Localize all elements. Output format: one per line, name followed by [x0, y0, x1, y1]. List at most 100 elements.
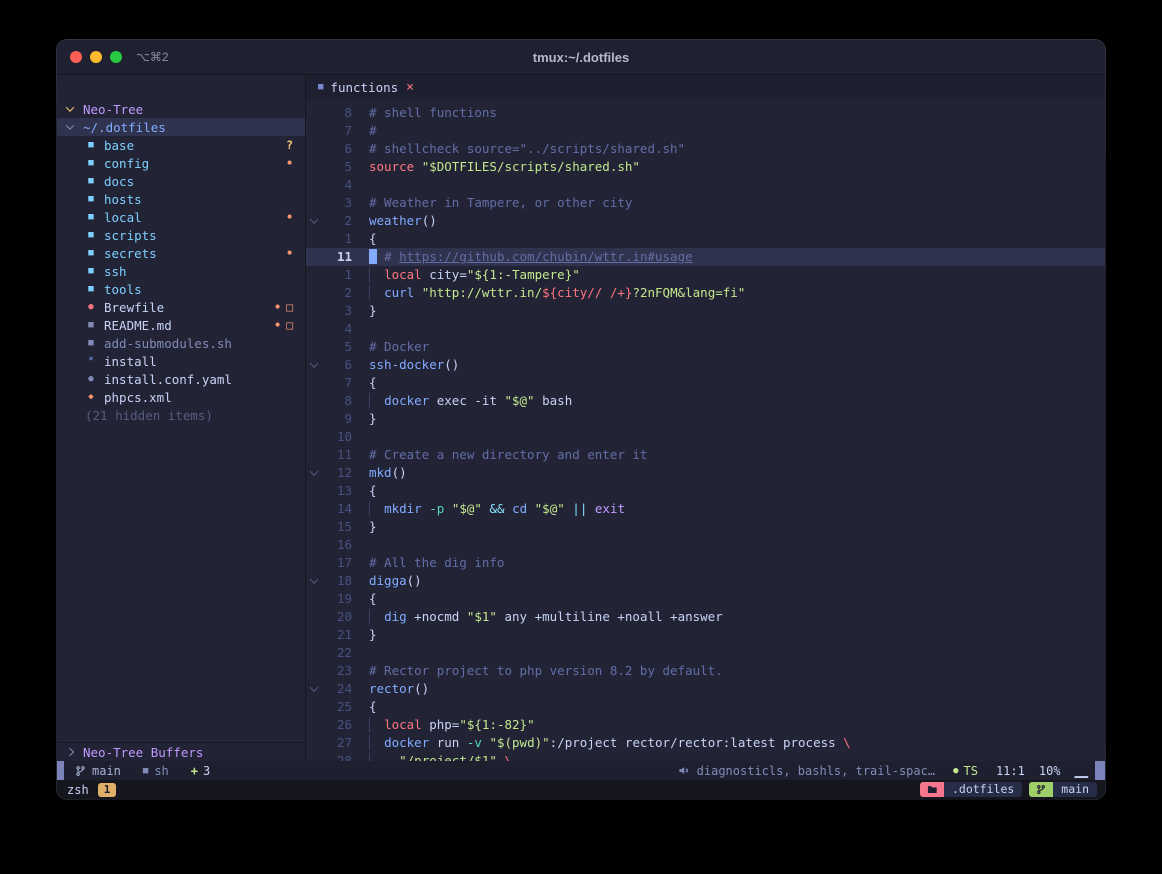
code-line[interactable]: 1{ [306, 230, 1105, 248]
code-line[interactable]: 2▏ curl "http://wttr.in/${city// /+}?2nF… [306, 284, 1105, 302]
fold-column [306, 176, 322, 194]
tmux-window-zsh[interactable]: zsh 1 [67, 783, 116, 797]
tree-item[interactable]: *install [57, 352, 305, 370]
tree-item[interactable]: ●install.conf.yaml [57, 370, 305, 388]
window-shortcut-label: ⌥⌘2 [136, 50, 169, 64]
code-line[interactable]: 11# Create a new directory and enter it [306, 446, 1105, 464]
tree-item[interactable]: ■tools [57, 280, 305, 298]
code-line[interactable]: 5source "$DOTFILES/scripts/shared.sh" [306, 158, 1105, 176]
fold-chevron-icon [310, 575, 318, 583]
git-status-badge: □ [286, 300, 293, 314]
code-line[interactable]: 20▏ dig +nocmd "$1" any +multiline +noal… [306, 608, 1105, 626]
code-line[interactable]: 12mkd() [306, 464, 1105, 482]
code-line[interactable]: 14▏ mkdir -p "$@" && cd "$@" || exit [306, 500, 1105, 518]
tree-item[interactable]: ■add-submodules.sh [57, 334, 305, 352]
folder-icon: ■ [85, 176, 97, 186]
code-line[interactable]: 28▏ "/project/$1" \ [306, 752, 1105, 761]
code-line[interactable]: 15} [306, 518, 1105, 536]
tree-item[interactable]: ■hosts [57, 190, 305, 208]
fold-column [306, 230, 322, 248]
plus-icon: + [191, 764, 198, 778]
editor-panel: ■ functions × 8# shell functions7#6# she… [306, 75, 1105, 761]
line-number: 24 [322, 680, 352, 698]
code-line[interactable]: 2weather() [306, 212, 1105, 230]
code-line[interactable]: 8▏ docker exec -it "$@" bash [306, 392, 1105, 410]
indent-guide: ▏ [369, 501, 384, 516]
line-number: 11 [322, 248, 352, 266]
tree-item[interactable]: ■docs [57, 172, 305, 190]
code-line[interactable]: 9} [306, 410, 1105, 428]
code-line[interactable]: 4 [306, 176, 1105, 194]
tree-item[interactable]: ■local• [57, 208, 305, 226]
fold-column [306, 716, 322, 734]
code-line[interactable]: 27▏ docker run -v "$(pwd)":/project rect… [306, 734, 1105, 752]
git-diff-added: + 3 [191, 764, 210, 778]
code-line[interactable]: 1▏ local city="${1:-Tampere}" [306, 266, 1105, 284]
code-line[interactable]: 23# Rector project to php version 8.2 by… [306, 662, 1105, 680]
tree-item[interactable]: ■scripts [57, 226, 305, 244]
close-tab-icon[interactable]: × [406, 80, 414, 95]
code-line[interactable]: 18digga() [306, 572, 1105, 590]
minimize-window-button[interactable] [90, 51, 102, 63]
code-line[interactable]: 25{ [306, 698, 1105, 716]
line-number: 6 [322, 356, 352, 374]
close-window-button[interactable] [70, 51, 82, 63]
code-line[interactable]: 7# [306, 122, 1105, 140]
code-line[interactable]: 24rector() [306, 680, 1105, 698]
code-line[interactable]: 19{ [306, 590, 1105, 608]
tree-item[interactable]: ●Brewfile•□ [57, 298, 305, 316]
code-area[interactable]: 8# shell functions7#6# shellcheck source… [306, 99, 1105, 761]
titlebar[interactable]: ⌥⌘2 tmux:~/.dotfiles [57, 40, 1105, 75]
chevron-down-icon [66, 103, 74, 111]
code-line[interactable]: 11 # https://github.com/chubin/wttr.in#u… [306, 248, 1105, 266]
indent-guide: ▏ [369, 609, 384, 624]
indent-guide: ▏ [369, 717, 384, 732]
fold-column [306, 482, 322, 500]
code-line[interactable]: 7{ [306, 374, 1105, 392]
fold-column [306, 248, 322, 266]
fold-column [306, 662, 322, 680]
fold-column [306, 446, 322, 464]
git-status-badge: • [274, 300, 281, 314]
git-branch-icon [1029, 782, 1053, 797]
item-name: README.md [104, 318, 172, 333]
code-line[interactable]: 4 [306, 320, 1105, 338]
tree-item[interactable]: ■ssh [57, 262, 305, 280]
code-line[interactable]: 6# shellcheck source="../scripts/shared.… [306, 140, 1105, 158]
tabline: ■ functions × [306, 75, 1105, 99]
tree-item[interactable]: ■secrets• [57, 244, 305, 262]
zoom-window-button[interactable] [110, 51, 122, 63]
code-line[interactable]: 21} [306, 626, 1105, 644]
code-line[interactable]: 10 [306, 428, 1105, 446]
neotree-buffers-section[interactable]: Neo-Tree Buffers [57, 742, 305, 761]
code-line[interactable]: 16 [306, 536, 1105, 554]
code-line[interactable]: 5# Docker [306, 338, 1105, 356]
line-number: 3 [322, 194, 352, 212]
tree-item[interactable]: ■README.md•□ [57, 316, 305, 334]
tree-item[interactable]: ■base? [57, 136, 305, 154]
tree-item[interactable]: ■config• [57, 154, 305, 172]
statusline: main ■ sh + 3 diagnosticls, bashls, trai… [57, 761, 1105, 780]
file-icon: ■ [85, 338, 97, 348]
line-number: 23 [322, 662, 352, 680]
code-line[interactable]: 22 [306, 644, 1105, 662]
tree-item[interactable]: ◆phpcs.xml [57, 388, 305, 406]
code-line[interactable]: 26▏ local php="${1:-82}" [306, 716, 1105, 734]
fold-column [306, 194, 322, 212]
code-line[interactable]: 13{ [306, 482, 1105, 500]
code-line[interactable]: 3} [306, 302, 1105, 320]
neotree-source-header[interactable]: Neo-Tree [57, 100, 305, 118]
code-line[interactable]: 3# Weather in Tampere, or other city [306, 194, 1105, 212]
neotree-title: Neo-Tree [83, 102, 143, 117]
line-number: 8 [322, 104, 352, 122]
code-line[interactable]: 8# shell functions [306, 104, 1105, 122]
tab-functions[interactable]: ■ functions × [318, 80, 414, 95]
code-line[interactable]: 17# All the dig info [306, 554, 1105, 572]
statusline-endcap [1095, 761, 1105, 780]
line-number: 13 [322, 482, 352, 500]
neotree-root-item[interactable]: ~/.dotfiles [57, 118, 305, 136]
code-line[interactable]: 6ssh-docker() [306, 356, 1105, 374]
cursor [369, 249, 377, 264]
cursor-position: 11:1 [996, 764, 1025, 778]
line-number: 4 [322, 176, 352, 194]
